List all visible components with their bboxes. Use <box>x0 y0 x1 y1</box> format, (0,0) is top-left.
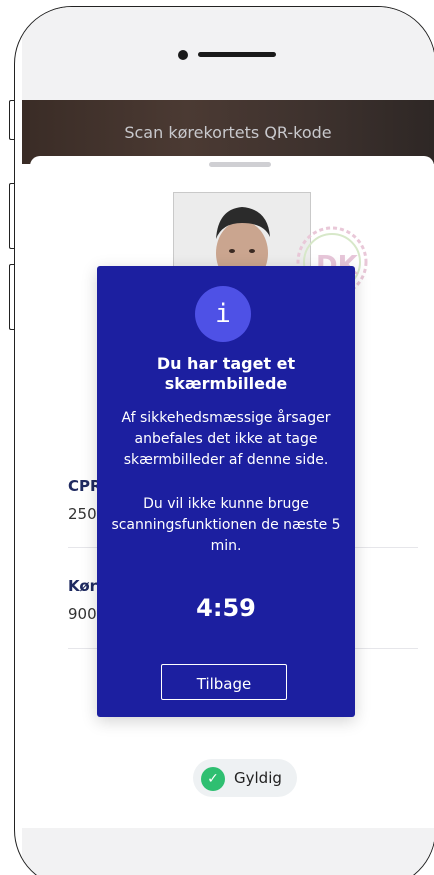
dialog-message: Af sikkehedsmæssige årsager anbefales de… <box>121 410 331 468</box>
back-button[interactable]: Tilbage <box>161 664 287 700</box>
dialog-title: Du har taget et skærmbillede <box>156 354 296 393</box>
info-icon: i <box>195 286 251 342</box>
bottom-area <box>22 828 434 875</box>
validity-status-label: Gyldig <box>234 769 282 787</box>
countdown-timer: 4:59 <box>196 594 256 622</box>
check-circle-icon: ✓ <box>201 767 225 791</box>
scan-title: Scan kørekortets QR-kode <box>124 123 332 142</box>
speaker-grille-icon <box>198 52 276 57</box>
status-bar <box>22 7 434 100</box>
screenshot-warning-dialog: i Du har taget et skærmbillede Af sikkeh… <box>97 266 355 717</box>
dialog-message-cooldown: Du vil ikke kunne bruge scanningsfunktio… <box>111 496 341 554</box>
sheet-drag-handle[interactable] <box>209 162 271 167</box>
front-camera-icon <box>178 50 188 60</box>
